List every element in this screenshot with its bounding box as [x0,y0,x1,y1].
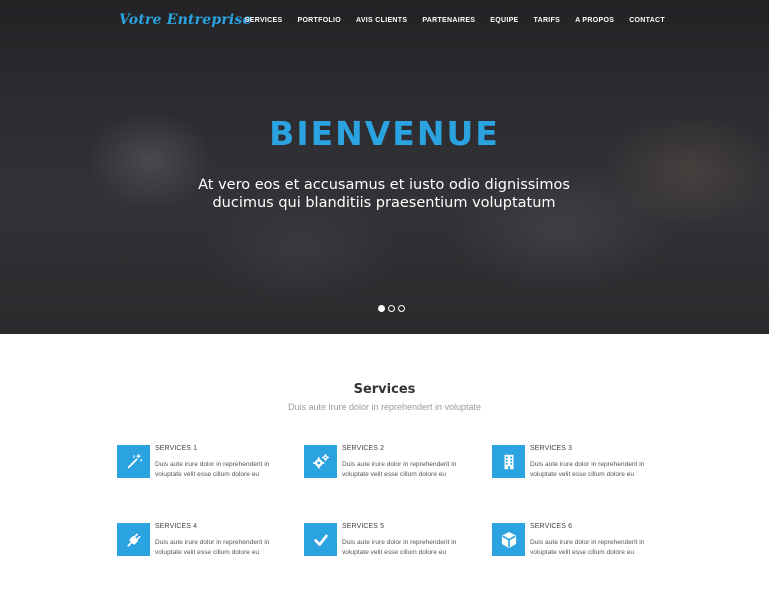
nav-item-tarifs[interactable]: TARIFS [534,17,561,24]
service-description: Duis aute irure dolor in reprehenderit i… [342,460,477,479]
service-text-line: voluptate velit esse cillum dolore eu [530,548,635,556]
service-description: Duis aute irure dolor in reprehenderit i… [530,460,665,479]
nav-item-equipe[interactable]: EQUIPE [490,17,518,24]
service-title: SERVICES 5 [342,523,385,530]
service-description: Duis aute irure dolor in reprehenderit i… [155,460,290,479]
service-description: Duis aute irure dolor in reprehenderit i… [342,538,477,557]
main-nav: SERVICES PORTFOLIO AVIS CLIENTS PARTENAI… [245,17,665,24]
service-text-line: Duis aute irure dolor in reprehenderit i… [155,461,270,468]
building-icon[interactable] [492,445,525,478]
nav-item-contact[interactable]: CONTACT [629,17,665,24]
service-text-line: Duis aute irure dolor in reprehenderit i… [342,461,457,468]
hero-subtitle: At vero eos et accusamus et iusto odio d… [184,176,584,212]
services-heading: Services [353,382,416,397]
service-text-line: Duis aute irure dolor in reprehenderit i… [530,461,645,468]
service-item-3: SERVICES 3 Duis aute irure dolor in repr… [492,445,667,485]
carousel-dots [378,305,405,312]
nav-item-services[interactable]: SERVICES [245,17,283,24]
service-item-6: SERVICES 6 Duis aute irure dolor in repr… [492,523,667,563]
nav-item-portfolio[interactable]: PORTFOLIO [297,17,341,24]
carousel-dot-2[interactable] [388,305,395,312]
hero-subtitle-line: At vero eos et accusamus et iusto odio d… [198,177,570,193]
service-text-line: Duis aute irure dolor in reprehenderit i… [530,539,645,546]
checkmark-icon[interactable] [304,523,337,556]
plug-icon[interactable] [117,523,150,556]
carousel-dot-3[interactable] [398,305,405,312]
nav-item-avis-clients[interactable]: AVIS CLIENTS [356,17,407,24]
service-title: SERVICES 4 [155,523,198,530]
service-text-line: voluptate velit esse cillum dolore eu [342,548,447,556]
hero-banner: Votre Entreprise SERVICES PORTFOLIO AVIS… [0,0,769,334]
service-text-line: voluptate velit esse cillum dolore eu [155,470,260,478]
service-item-4: SERVICES 4 Duis aute irure dolor in repr… [117,523,292,563]
service-title: SERVICES 2 [342,445,385,452]
service-description: Duis aute irure dolor in reprehenderit i… [155,538,290,557]
nav-item-partenaires[interactable]: PARTENAIRES [422,17,475,24]
service-title: SERVICES 6 [530,523,573,530]
service-item-1: SERVICES 1 Duis aute irure dolor in repr… [117,445,292,485]
service-item-5: SERVICES 5 Duis aute irure dolor in repr… [304,523,479,563]
service-title: SERVICES 1 [155,445,198,452]
service-description: Duis aute irure dolor in reprehenderit i… [530,538,665,557]
service-item-2: SERVICES 2 Duis aute irure dolor in repr… [304,445,479,485]
brand-logo[interactable]: Votre Entreprise [119,12,252,28]
gears-icon[interactable] [304,445,337,478]
service-title: SERVICES 3 [530,445,573,452]
cube-icon[interactable] [492,523,525,556]
carousel-dot-1[interactable] [378,305,385,312]
service-text-line: voluptate velit esse cillum dolore eu [342,470,447,478]
service-text-line: voluptate velit esse cillum dolore eu [530,470,635,478]
magic-wand-icon[interactable] [117,445,150,478]
service-text-line: Duis aute irure dolor in reprehenderit i… [155,539,270,546]
hero-title: BIENVENUE [269,114,500,153]
service-text-line: Duis aute irure dolor in reprehenderit i… [342,539,457,546]
nav-item-a-propos[interactable]: A PROPOS [575,17,614,24]
service-text-line: voluptate velit esse cillum dolore eu [155,548,260,556]
hero-subtitle-line: ducimus qui blanditiis praesentium volup… [212,195,556,211]
services-subheading: Duis aute irure dolor in reprehendert in… [287,402,482,412]
